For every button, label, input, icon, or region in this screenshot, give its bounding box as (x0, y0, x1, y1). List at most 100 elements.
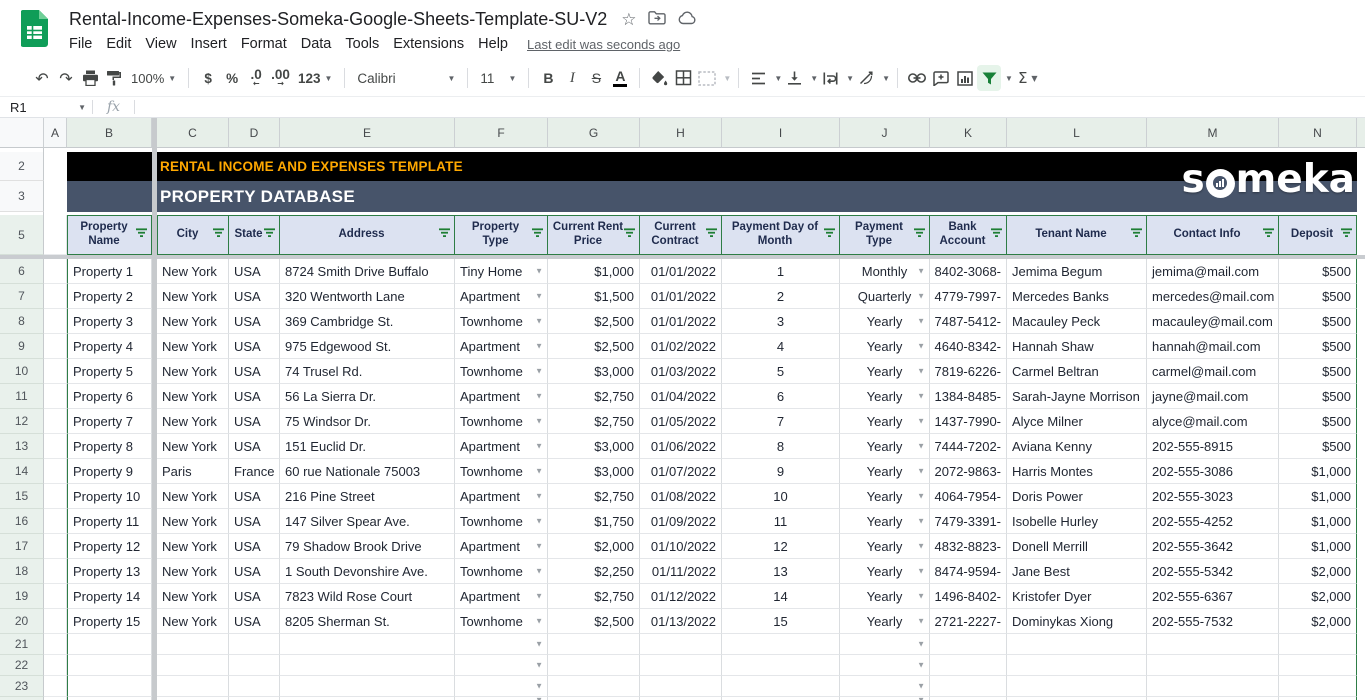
cell[interactable]: 7823 Wild Rose Court (280, 584, 455, 609)
cell[interactable]: 202-555-3023 (1147, 484, 1279, 509)
table-header-cell[interactable]: Bank Account (930, 215, 1007, 255)
cell[interactable]: USA (229, 434, 280, 459)
menu-view[interactable]: View (138, 34, 183, 54)
table-header-cell[interactable]: State (229, 215, 280, 255)
move-to-folder-icon[interactable] (648, 10, 666, 28)
cell[interactable] (1007, 634, 1147, 655)
cell[interactable]: $2,500 (548, 309, 640, 334)
dropdown-arrow-icon[interactable]: ▼ (917, 566, 925, 575)
menu-extensions[interactable]: Extensions (386, 34, 471, 54)
cell[interactable]: 8205 Sherman St. (280, 609, 455, 634)
document-title[interactable]: Rental-Income-Expenses-Someka-Google-She… (69, 9, 607, 30)
merge-cells-caret[interactable]: ▼ (723, 74, 731, 83)
cell[interactable]: 7479-3391- (930, 509, 1007, 534)
row-header-10[interactable]: 10 (0, 359, 44, 384)
cell[interactable]: 15 (722, 609, 840, 634)
cell[interactable]: ▼ (840, 655, 930, 676)
cell[interactable]: Quarterly▼ (840, 284, 930, 309)
dropdown-arrow-icon[interactable]: ▼ (917, 660, 925, 669)
row-header-21[interactable]: 21 (0, 634, 44, 655)
cell[interactable]: 01/03/2022 (640, 359, 722, 384)
cell[interactable]: 7444-7202- (930, 434, 1007, 459)
cell[interactable]: New York (157, 509, 229, 534)
row-header-9[interactable]: 9 (0, 334, 44, 359)
table-header-cell[interactable]: Property Type (455, 215, 548, 255)
cell[interactable] (67, 634, 152, 655)
cell[interactable]: $500 (1279, 409, 1357, 434)
cell[interactable]: $2,000 (548, 534, 640, 559)
cell[interactable]: Property 9 (67, 459, 152, 484)
filter-icon[interactable] (135, 227, 148, 243)
cell[interactable]: $1,500 (548, 284, 640, 309)
row-header-20[interactable]: 20 (0, 609, 44, 634)
dropdown-arrow-icon[interactable]: ▼ (917, 541, 925, 550)
cell[interactable]: USA (229, 334, 280, 359)
cell[interactable]: USA (229, 559, 280, 584)
redo-button[interactable]: ↷ (54, 65, 78, 91)
cell[interactable]: 202-555-6367 (1147, 584, 1279, 609)
row-header-14[interactable]: 14 (0, 459, 44, 484)
cell[interactable]: $1,000 (548, 259, 640, 284)
decrease-decimal-button[interactable]: .0← (244, 65, 268, 91)
cell[interactable]: New York (157, 259, 229, 284)
cell[interactable]: ▼ (455, 655, 548, 676)
dropdown-arrow-icon[interactable]: ▼ (535, 441, 543, 450)
cell[interactable]: 01/08/2022 (640, 484, 722, 509)
menu-tools[interactable]: Tools (338, 34, 386, 54)
cell[interactable] (44, 534, 67, 559)
cell[interactable]: Yearly▼ (840, 559, 930, 584)
cell[interactable]: 151 Euclid Dr. (280, 434, 455, 459)
cell[interactable]: Harris Montes (1007, 459, 1147, 484)
cell[interactable]: $1,000 (1279, 459, 1357, 484)
cell[interactable]: Property 15 (67, 609, 152, 634)
name-box[interactable]: R1 ▼ (0, 97, 86, 117)
cell[interactable]: 7 (722, 409, 840, 434)
dropdown-arrow-icon[interactable]: ▼ (917, 639, 925, 648)
dropdown-arrow-icon[interactable]: ▼ (917, 516, 925, 525)
text-rotation-select[interactable] (854, 65, 878, 91)
filter-icon[interactable] (705, 227, 718, 243)
table-header-cell[interactable]: City (157, 215, 229, 255)
cell[interactable]: Jemima Begum (1007, 259, 1147, 284)
column-header-F[interactable]: F (455, 118, 548, 148)
cell[interactable]: Property 2 (67, 284, 152, 309)
cell[interactable]: Apartment▼ (455, 584, 548, 609)
cell[interactable]: Yearly▼ (840, 509, 930, 534)
star-icon[interactable]: ☆ (621, 11, 636, 28)
cell[interactable]: ▼ (455, 634, 548, 655)
cell[interactable]: 369 Cambridge St. (280, 309, 455, 334)
cell[interactable]: Property 4 (67, 334, 152, 359)
cell[interactable]: 01/01/2022 (640, 259, 722, 284)
cell[interactable] (548, 634, 640, 655)
row-header-8[interactable]: 8 (0, 309, 44, 334)
cell[interactable]: USA (229, 509, 280, 534)
cell[interactable]: France (229, 459, 280, 484)
column-header-D[interactable]: D (229, 118, 280, 148)
cell[interactable]: jemima@mail.com (1147, 259, 1279, 284)
dropdown-arrow-icon[interactable]: ▼ (535, 316, 543, 325)
cell[interactable]: $500 (1279, 259, 1357, 284)
cell[interactable]: Townhome▼ (455, 559, 548, 584)
cell[interactable] (229, 655, 280, 676)
cell[interactable] (548, 655, 640, 676)
cell[interactable] (1147, 634, 1279, 655)
vertical-align-select[interactable] (782, 65, 806, 91)
cell[interactable]: Yearly▼ (840, 334, 930, 359)
cell[interactable]: New York (157, 384, 229, 409)
cell[interactable] (44, 434, 67, 459)
cell[interactable] (44, 384, 67, 409)
cell[interactable]: 4 (722, 334, 840, 359)
cell[interactable]: USA (229, 609, 280, 634)
cell[interactable]: $500 (1279, 434, 1357, 459)
cell[interactable]: macauley@mail.com (1147, 309, 1279, 334)
filter-icon[interactable] (823, 227, 836, 243)
cell[interactable] (722, 655, 840, 676)
cell[interactable]: 01/12/2022 (640, 584, 722, 609)
cell[interactable]: 1496-8402- (930, 584, 1007, 609)
cell[interactable]: Hannah Shaw (1007, 334, 1147, 359)
cell[interactable]: $500 (1279, 284, 1357, 309)
cell[interactable] (44, 634, 67, 655)
filter-icon[interactable] (438, 227, 451, 243)
table-header-cell[interactable]: Payment Day of Month (722, 215, 840, 255)
cell[interactable]: New York (157, 434, 229, 459)
